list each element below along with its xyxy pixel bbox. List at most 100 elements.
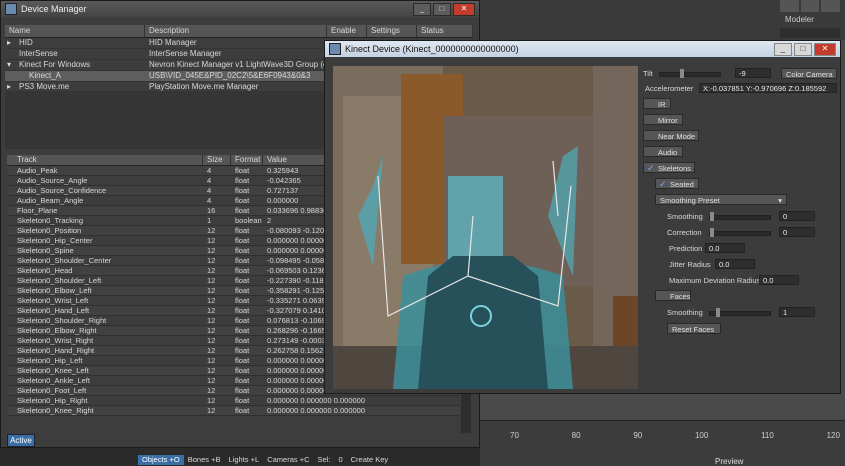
- col-name[interactable]: Name: [5, 25, 145, 37]
- smoothing-slider-knob[interactable]: [710, 212, 714, 221]
- near-mode-button[interactable]: Near Mode: [643, 130, 699, 141]
- color-camera-button[interactable]: Color Camera: [781, 68, 837, 79]
- audio-button[interactable]: Audio: [643, 146, 683, 157]
- track-name: Skeleton0_Knee_Left: [17, 366, 89, 375]
- track-size: 12: [207, 226, 216, 235]
- jitter-radius-label: Jitter Radius: [669, 260, 711, 269]
- track-format: float: [235, 286, 250, 295]
- track-row[interactable]: Skeleton0_Hip_Right 12 float 0.000000 0.000…: [7, 396, 459, 406]
- track-name: Skeleton0_Knee_Right: [17, 406, 94, 415]
- track-format: float: [235, 396, 250, 405]
- sel-value: 0: [338, 455, 343, 464]
- col-enable[interactable]: Enable: [327, 25, 367, 37]
- app-minimize-button[interactable]: [780, 0, 799, 12]
- create-key-button[interactable]: Create Key: [347, 455, 393, 465]
- track-size: 4: [207, 166, 212, 175]
- track-format: float: [235, 166, 250, 175]
- track-name: Skeleton0_Hip_Left: [17, 356, 83, 365]
- col-settings[interactable]: Settings: [367, 25, 417, 37]
- cameras-key: +C: [299, 455, 310, 464]
- skeletons-toggle[interactable]: ✓ Skeletons: [643, 162, 695, 173]
- smoothing-slider[interactable]: [709, 212, 771, 221]
- camera-feed-image: [333, 66, 638, 389]
- timeline-tick: 120: [826, 431, 840, 440]
- active-button[interactable]: Active: [7, 434, 35, 447]
- faces-smoothing-slider[interactable]: [709, 308, 771, 317]
- lights-tab[interactable]: Lights +L: [225, 455, 264, 465]
- col-status[interactable]: Status: [417, 25, 473, 37]
- track-size: 12: [207, 286, 216, 295]
- mirror-button[interactable]: Mirror: [643, 114, 683, 125]
- tilt-value-field[interactable]: -9: [735, 68, 771, 78]
- modeler-label[interactable]: Modeler: [785, 15, 814, 24]
- track-name: Skeleton0_Elbow_Left: [17, 286, 92, 295]
- expand-icon[interactable]: ▸: [5, 38, 15, 48]
- col-size[interactable]: Size: [203, 155, 231, 165]
- device-description: InterSense Manager: [149, 49, 222, 58]
- minimize-button[interactable]: _: [413, 3, 431, 16]
- track-format: float: [235, 376, 250, 385]
- track-size: 12: [207, 336, 216, 345]
- kinect-titlebar[interactable]: Kinect Device (Kinect_0000000000000000) …: [325, 41, 840, 57]
- track-format: float: [235, 386, 250, 395]
- track-name: Skeleton0_Wrist_Left: [17, 296, 89, 305]
- skeletons-label: Skeletons: [658, 164, 691, 173]
- track-name: Audio_Peak: [17, 166, 58, 175]
- maximize-button[interactable]: □: [794, 43, 812, 56]
- jitter-radius-value-field[interactable]: 0.0: [715, 259, 755, 269]
- faces-smoothing-value-field[interactable]: 1: [779, 307, 815, 317]
- device-table-header: Name Description Enable Settings Status: [5, 25, 473, 38]
- max-deviation-value-field[interactable]: 0.0: [759, 275, 799, 285]
- track-row[interactable]: Skeleton0_Knee_Right 12 float 0.000000 0.00…: [7, 406, 459, 416]
- smoothing-value-field[interactable]: 0: [779, 211, 815, 221]
- prediction-value-field[interactable]: 0.0: [705, 243, 745, 253]
- track-format: float: [235, 246, 250, 255]
- app-icon: [5, 3, 17, 15]
- col-description[interactable]: Description: [145, 25, 327, 37]
- faces-button[interactable]: Faces: [655, 290, 691, 301]
- cameras-tab[interactable]: Cameras +C: [263, 455, 313, 465]
- correction-slider-knob[interactable]: [710, 228, 714, 237]
- track-format: float: [235, 196, 250, 205]
- track-name: Skeleton0_Spine: [17, 246, 74, 255]
- col-format[interactable]: Format: [231, 155, 263, 165]
- smoothing-preset-dropdown[interactable]: Smoothing Preset ▾: [655, 194, 787, 205]
- app-window-buttons: [780, 0, 841, 12]
- maximize-button[interactable]: □: [433, 3, 451, 16]
- objects-tab[interactable]: Objects +O: [138, 455, 184, 465]
- track-name: Audio_Beam_Angle: [17, 196, 84, 205]
- status-bar: Objects +O Bones +B Lights +L Cameras +C…: [0, 455, 480, 465]
- kinect-title: Kinect Device (Kinect_0000000000000000): [345, 44, 519, 54]
- bones-tab[interactable]: Bones +B: [184, 455, 225, 465]
- col-track[interactable]: Track: [7, 155, 203, 165]
- track-name: Skeleton0_Shoulder_Center: [17, 256, 112, 265]
- ir-button[interactable]: IR: [643, 98, 671, 109]
- app-restore-button[interactable]: [800, 0, 820, 12]
- track-name: Skeleton0_Hand_Left: [17, 306, 90, 315]
- track-size: 12: [207, 346, 216, 355]
- reset-faces-button[interactable]: Reset Faces: [667, 323, 721, 334]
- tilt-slider-knob[interactable]: [680, 69, 684, 78]
- track-format: float: [235, 186, 250, 195]
- timeline-tick: 80: [571, 431, 581, 440]
- close-button[interactable]: ✕: [453, 3, 475, 16]
- track-size: 12: [207, 236, 216, 245]
- timeline[interactable]: 70 80 90 100 110 120 Preview: [480, 420, 845, 466]
- correction-slider[interactable]: [709, 228, 771, 237]
- minimize-button[interactable]: _: [774, 43, 792, 56]
- app-close-button[interactable]: [821, 0, 841, 12]
- expand-icon[interactable]: [5, 49, 15, 59]
- close-button[interactable]: ✕: [814, 43, 836, 56]
- track-size: 12: [207, 306, 216, 315]
- device-description: USB\VID_045E&PID_02C2\5&E6F0943&0&3: [149, 71, 311, 80]
- correction-value-field[interactable]: 0: [779, 227, 815, 237]
- track-name: Skeleton0_Position: [17, 226, 82, 235]
- seated-toggle[interactable]: ✓ Seated: [655, 178, 699, 189]
- device-manager-titlebar[interactable]: Device Manager _ □ ✕: [1, 1, 479, 17]
- check-icon: ✓: [647, 163, 655, 173]
- collapse-icon[interactable]: ▾: [5, 60, 15, 70]
- view-tools[interactable]: [780, 28, 840, 38]
- track-format: float: [235, 356, 250, 365]
- faces-smoothing-slider-knob[interactable]: [716, 308, 720, 317]
- tilt-slider[interactable]: [659, 69, 721, 78]
